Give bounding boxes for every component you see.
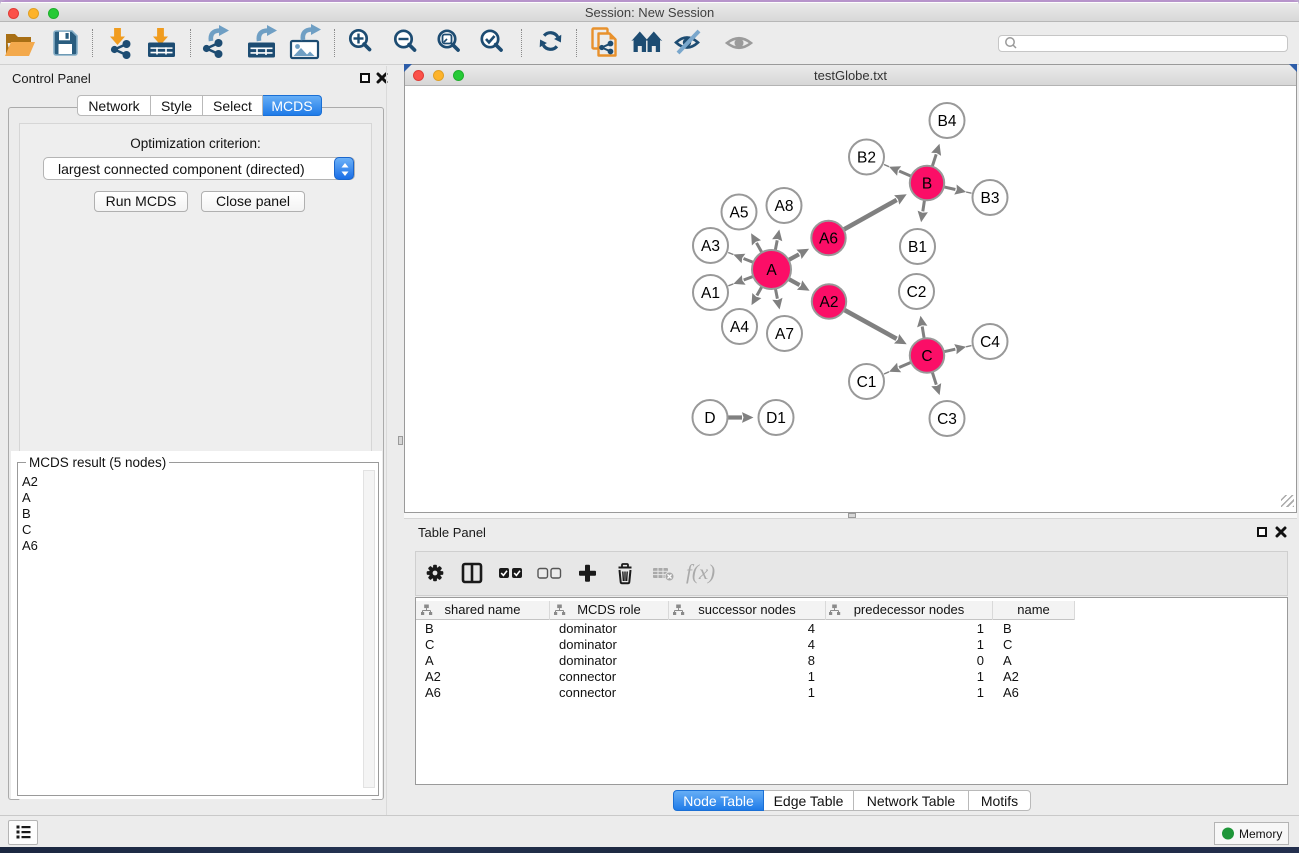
svg-text:A1: A1 [701, 285, 720, 302]
svg-text:C3: C3 [937, 411, 957, 428]
svg-text:C: C [921, 348, 932, 365]
svg-text:A6: A6 [819, 230, 838, 247]
svg-text:A8: A8 [775, 198, 794, 215]
svg-text:C2: C2 [907, 284, 927, 301]
svg-text:D1: D1 [766, 410, 786, 427]
svg-text:C1: C1 [857, 374, 877, 391]
svg-text:C4: C4 [980, 334, 1000, 351]
svg-text:A: A [766, 262, 777, 279]
svg-text:B3: B3 [981, 190, 1000, 207]
svg-text:B4: B4 [938, 113, 957, 130]
svg-text:A2: A2 [820, 294, 839, 311]
svg-text:A5: A5 [730, 204, 749, 221]
svg-text:A3: A3 [701, 238, 720, 255]
svg-text:A7: A7 [775, 326, 794, 343]
svg-text:A4: A4 [730, 319, 749, 336]
svg-text:B: B [922, 175, 932, 192]
svg-text:B1: B1 [908, 239, 927, 256]
svg-text:B2: B2 [857, 149, 876, 166]
svg-text:D: D [704, 410, 715, 427]
